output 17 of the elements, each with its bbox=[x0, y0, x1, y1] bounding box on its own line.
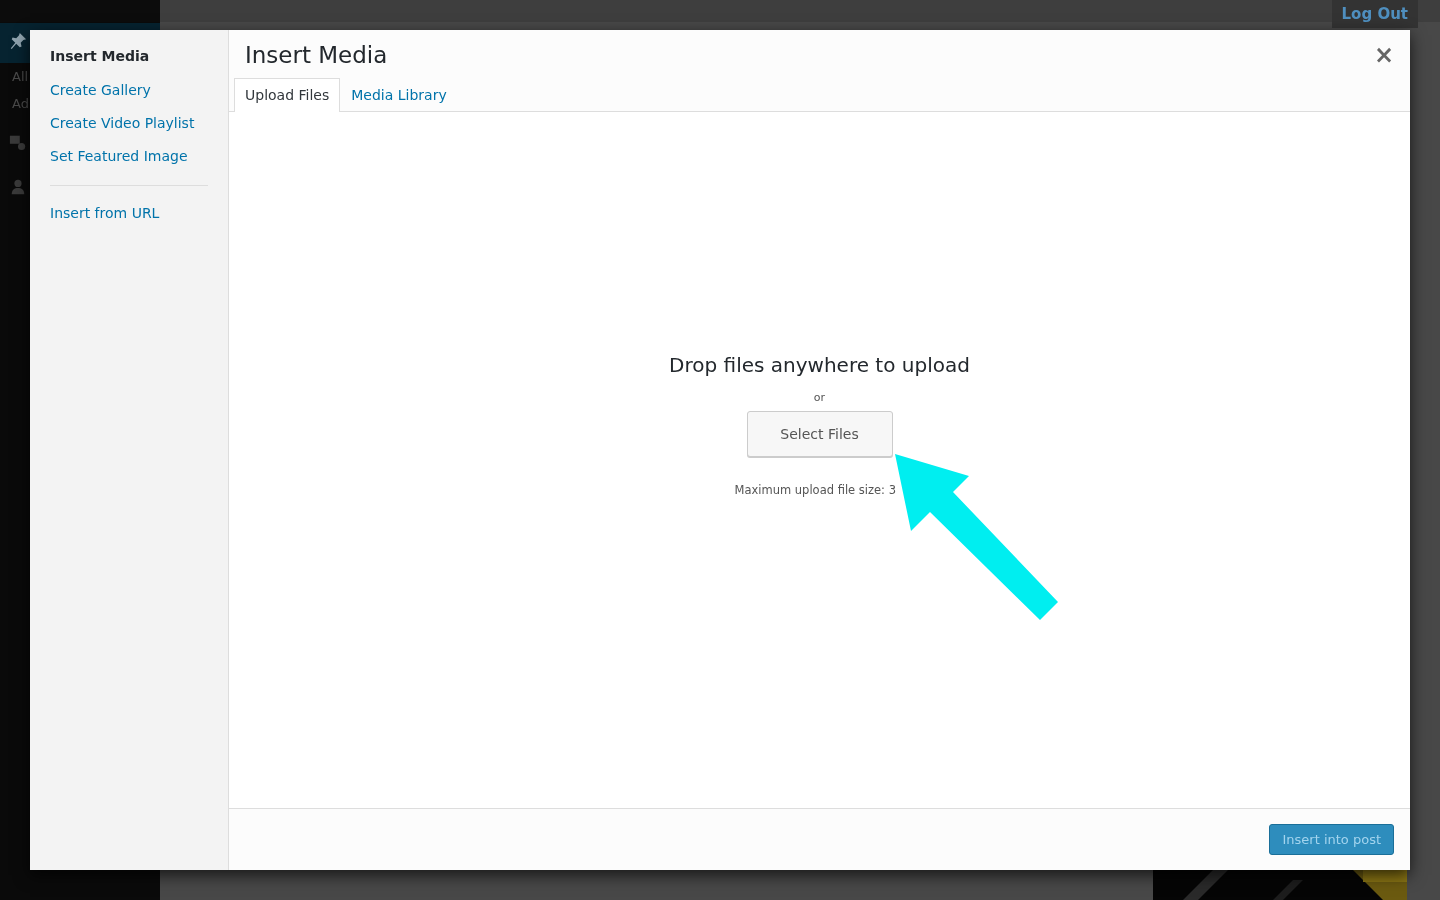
user-icon[interactable] bbox=[9, 178, 27, 196]
menu-link[interactable]: Set Featured Image bbox=[50, 140, 208, 173]
select-files-button[interactable]: Select Files bbox=[746, 411, 893, 457]
menu-link[interactable]: Insert from URL bbox=[50, 197, 208, 230]
menu-title: Insert Media bbox=[50, 47, 151, 66]
pin-icon[interactable] bbox=[9, 32, 27, 50]
tab[interactable]: Media Library bbox=[340, 78, 458, 112]
or-label: or bbox=[813, 391, 826, 404]
logout-link[interactable]: Log Out bbox=[1331, 0, 1418, 28]
close-button[interactable]: × bbox=[1373, 44, 1394, 66]
menu-link[interactable]: Create Gallery bbox=[50, 74, 208, 107]
menu-link[interactable]: Create Video Playlist bbox=[50, 107, 208, 140]
media-icon[interactable] bbox=[9, 133, 27, 151]
modal-title: Insert Media bbox=[244, 41, 389, 70]
tab[interactable]: Upload Files bbox=[234, 78, 341, 112]
drop-instructions: Drop files anywhere to upload bbox=[669, 353, 970, 377]
max-size-note: Maximum upload file size: 3 bbox=[734, 483, 897, 497]
